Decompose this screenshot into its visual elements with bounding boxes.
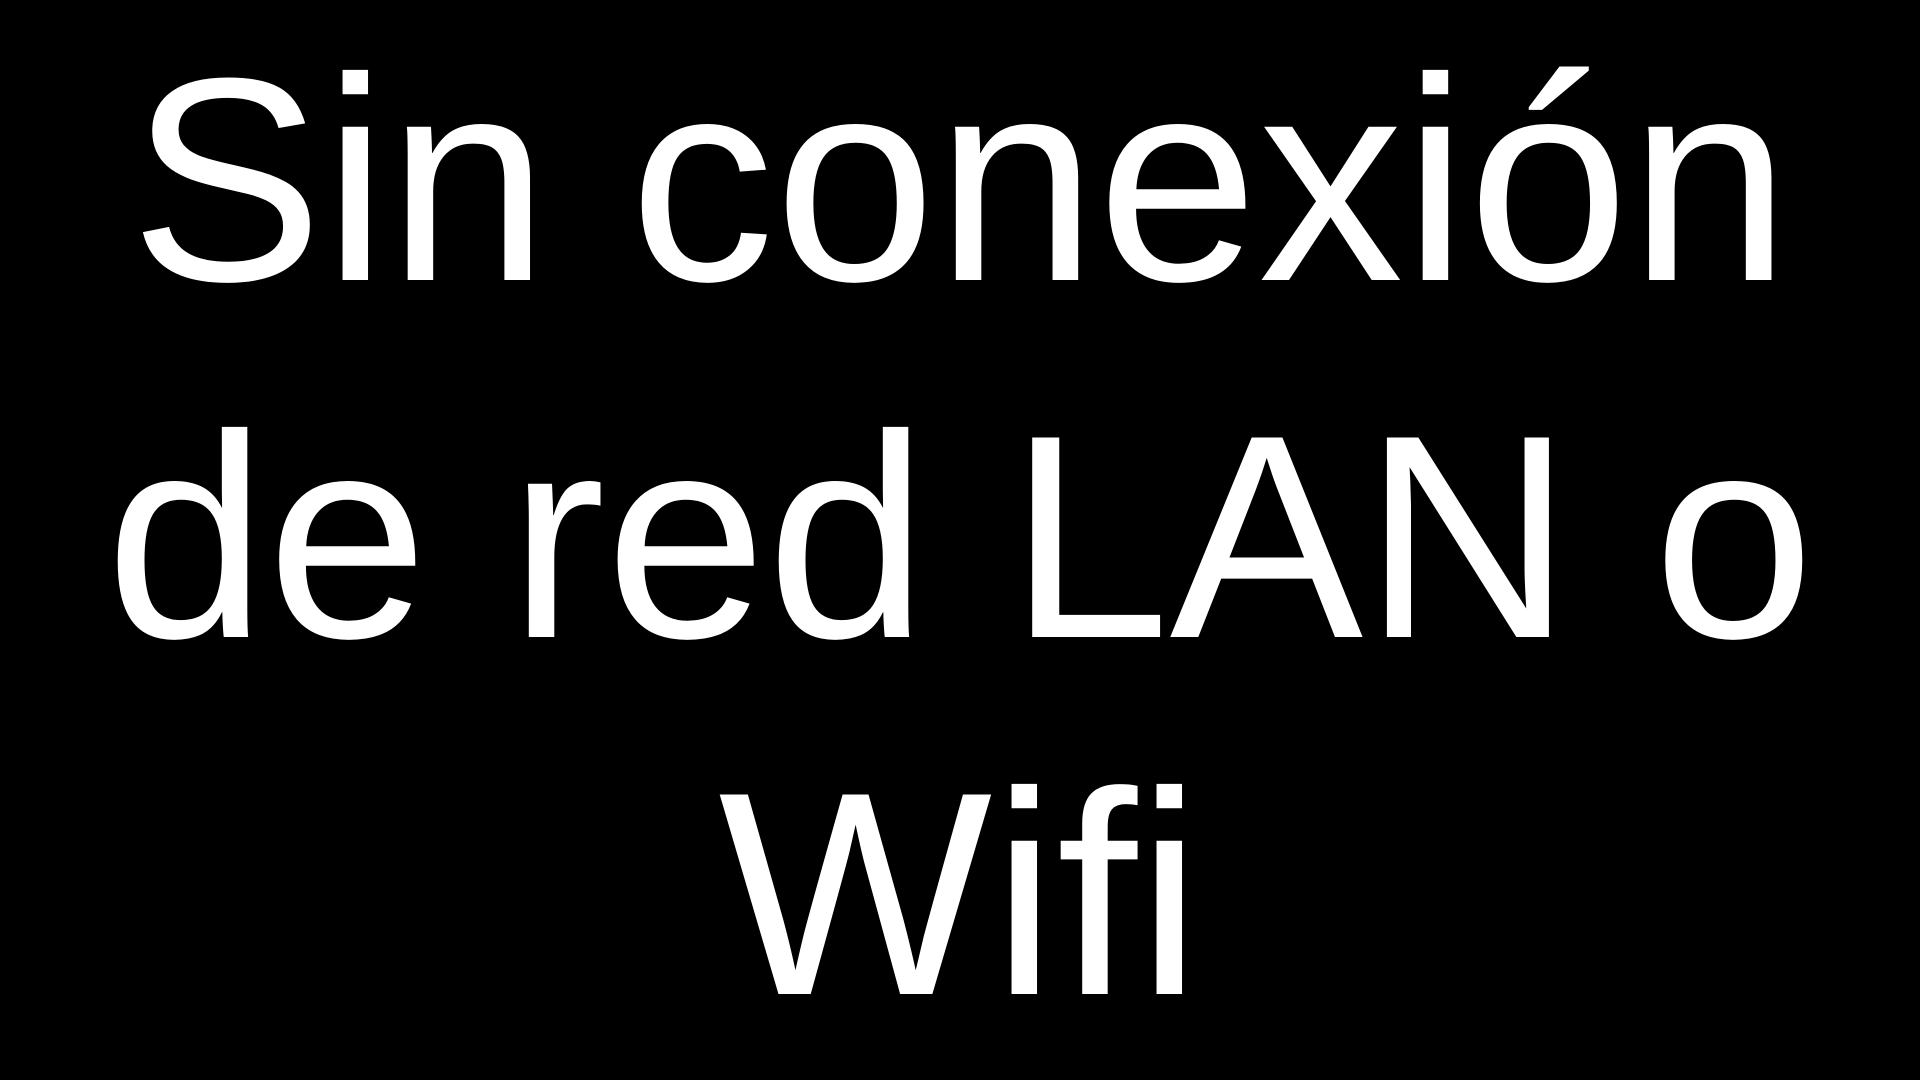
message-line-2: de red LAN o <box>105 375 1815 699</box>
no-connection-message: Sin conexión de red LAN o Wifi <box>0 0 1920 1080</box>
no-connection-screen: Sin conexión de red LAN o Wifi <box>0 0 1920 1080</box>
message-line-1: Sin conexión <box>129 18 1791 342</box>
message-line-3: Wifi <box>718 732 1202 1056</box>
